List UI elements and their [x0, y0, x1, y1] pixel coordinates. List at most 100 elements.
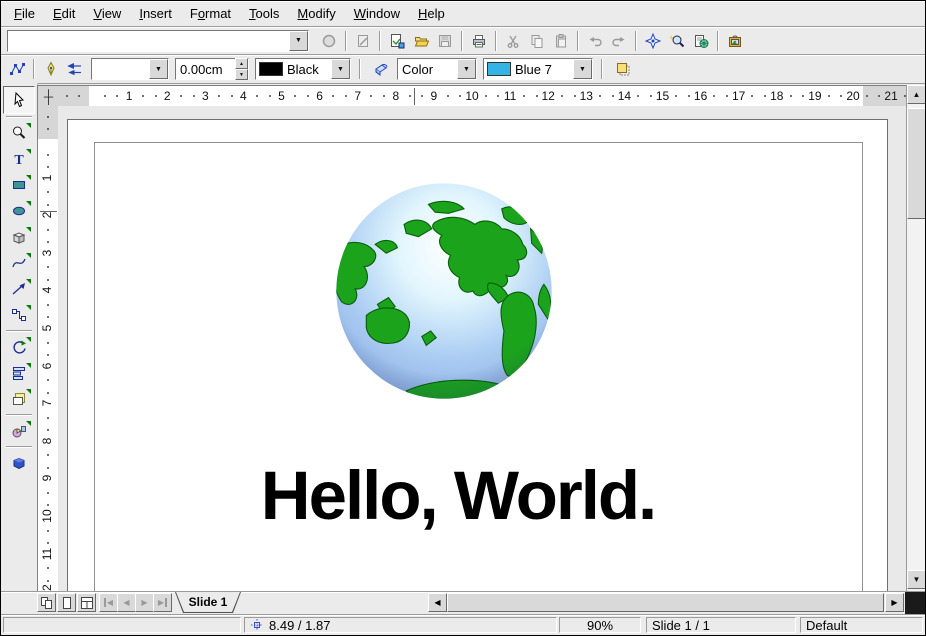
line-color-label[interactable]: Black [283, 62, 331, 77]
insert-tool[interactable] [4, 418, 34, 444]
stop-button[interactable] [317, 29, 341, 53]
status-position-cell[interactable]: 8.49 / 1.87 [244, 617, 557, 633]
function-toolbar: ▼ [1, 27, 925, 55]
layer-view-button[interactable] [77, 593, 96, 612]
lines-arrows-tool[interactable] [4, 276, 34, 302]
line-dialog-button[interactable] [39, 57, 63, 81]
text-tool[interactable]: T [4, 146, 34, 172]
redo-button[interactable] [607, 29, 631, 53]
line-color-select[interactable]: Black ▼ [255, 58, 351, 80]
arrange-tool[interactable] [4, 386, 34, 412]
area-dialog-button[interactable] [369, 57, 393, 81]
scroll-right-button[interactable]: ▶ [885, 593, 904, 612]
dropdown-arrow-icon[interactable]: ▼ [457, 59, 476, 79]
vertical-scroll-thumb[interactable] [907, 108, 926, 219]
menu-bar: FileEditViewInsertFormatToolsModifyWindo… [1, 1, 926, 27]
dropdown-arrow-icon[interactable]: ▼ [573, 59, 592, 79]
menu-tools[interactable]: Tools [240, 4, 288, 23]
slide-tab[interactable]: Slide 1 [176, 592, 240, 612]
spin-up-icon[interactable]: ▲ [235, 58, 248, 69]
menu-insert[interactable]: Insert [130, 4, 181, 23]
navigator-button[interactable] [641, 29, 665, 53]
ruler-tick [574, 95, 576, 97]
curve-tool[interactable] [4, 250, 34, 276]
line-style-select[interactable]: ▼ [91, 58, 169, 80]
menu-file[interactable]: File [5, 4, 44, 23]
ruler-tick [269, 95, 271, 97]
horizontal-ruler[interactable]: 123456789101112131415161718192021 [58, 85, 906, 108]
master-view-button[interactable] [57, 593, 76, 612]
menu-window[interactable]: Window [345, 4, 409, 23]
last-slide-button[interactable]: ▶ [153, 593, 172, 612]
effects-tool[interactable] [4, 450, 34, 476]
ruler-tick [66, 95, 68, 97]
status-slide-cell[interactable]: Slide 1 / 1 [646, 617, 796, 633]
scroll-up-button[interactable]: ▲ [907, 85, 926, 104]
edit-file-button[interactable] [351, 29, 375, 53]
slide-title-text[interactable]: Hello, World. [148, 460, 768, 532]
alignment-tool[interactable] [4, 360, 34, 386]
vertical-ruler[interactable]: 123456789101112 [37, 106, 60, 591]
3d-objects-tool[interactable] [4, 224, 34, 250]
save-button[interactable] [433, 29, 457, 53]
next-slide-button[interactable]: ▶ [135, 593, 154, 612]
spin-down-icon[interactable]: ▼ [235, 69, 248, 80]
toolbar-separator [379, 31, 381, 51]
menu-modify[interactable]: Modify [288, 4, 344, 23]
copy-button[interactable] [525, 29, 549, 53]
status-page-style-cell[interactable]: Default [800, 617, 923, 633]
url-combobox[interactable]: ▼ [7, 30, 309, 52]
fill-style-select[interactable]: Color ▼ [397, 58, 477, 80]
arrow-style-button[interactable] [63, 57, 87, 81]
scroll-down-button[interactable]: ▼ [907, 570, 926, 589]
menu-edit[interactable]: Edit [44, 4, 84, 23]
ruler-number: 5 [275, 89, 289, 103]
fill-color-select[interactable]: Blue 7 ▼ [483, 58, 593, 80]
zoom-button[interactable] [665, 29, 689, 53]
zoom-tool[interactable] [4, 120, 34, 146]
fill-color-label[interactable]: Blue 7 [511, 62, 573, 77]
connector-tool[interactable] [4, 302, 34, 328]
shadow-button[interactable] [611, 57, 635, 81]
open-button[interactable] [409, 29, 433, 53]
select-tool[interactable] [3, 86, 35, 114]
new-document-button[interactable] [385, 29, 409, 53]
line-width-value[interactable]: 0.00cm [176, 62, 235, 77]
print-button[interactable] [467, 29, 491, 53]
vertical-scrollbar[interactable]: ▲ ▼ [906, 85, 926, 591]
menu-view[interactable]: View [84, 4, 130, 23]
dropdown-arrow-icon[interactable]: ▼ [289, 31, 308, 51]
ellipse-tool[interactable] [4, 198, 34, 224]
paste-button[interactable] [549, 29, 573, 53]
spin-buttons[interactable]: ▲ ▼ [235, 58, 248, 80]
fill-style-label[interactable]: Color [398, 62, 457, 77]
first-slide-button[interactable]: ◀ [99, 593, 118, 612]
slide-page[interactable]: Hello, World. [67, 119, 888, 591]
ruler-number: 3 [40, 246, 54, 260]
drawing-view-button[interactable] [37, 593, 56, 612]
line-width-stepper[interactable]: 0.00cm ▲ ▼ [175, 58, 249, 80]
ruler-tick [485, 95, 487, 97]
menu-format[interactable]: Format [181, 4, 240, 23]
cut-button[interactable] [501, 29, 525, 53]
3d-effects-icon [11, 455, 27, 471]
horizontal-scroll-thumb[interactable] [447, 593, 884, 612]
dropdown-arrow-icon[interactable]: ▼ [149, 59, 168, 79]
ruler-tick [523, 95, 525, 97]
scroll-left-button[interactable]: ◀ [428, 593, 447, 612]
dropdown-arrow-icon[interactable]: ▼ [331, 59, 350, 79]
rotate-tool[interactable] [4, 334, 34, 360]
rectangle-tool[interactable] [4, 172, 34, 198]
previous-slide-button[interactable]: ◀ [117, 593, 136, 612]
menu-help[interactable]: Help [409, 4, 454, 23]
gallery-button[interactable] [723, 29, 747, 53]
status-zoom-cell[interactable]: 90% [559, 617, 641, 633]
arrow-style-icon [67, 61, 83, 77]
globe-image[interactable] [333, 180, 555, 402]
edit-points-button[interactable] [5, 57, 29, 81]
ruler-tick [193, 95, 195, 97]
copy-icon [529, 33, 545, 49]
hyperlink-button[interactable] [689, 29, 713, 53]
undo-button[interactable] [583, 29, 607, 53]
drawing-workspace[interactable]: Hello, World. [58, 106, 906, 591]
